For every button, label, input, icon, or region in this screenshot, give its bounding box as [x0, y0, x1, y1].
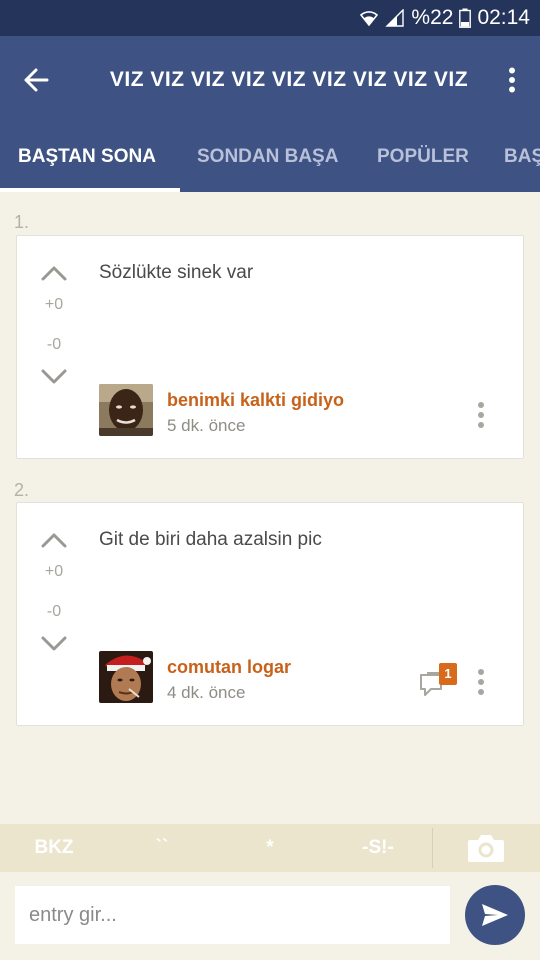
- more-vertical-icon: [509, 67, 515, 93]
- toolbar-divider: [432, 828, 433, 868]
- camera-button[interactable]: [466, 832, 506, 864]
- author-name[interactable]: comutan logar: [167, 657, 291, 678]
- back-arrow-icon: [24, 68, 49, 92]
- more-vertical-icon: [478, 402, 484, 428]
- entry-text: Git de biri daha azalsin pic: [99, 529, 322, 550]
- more-vertical-icon: [478, 669, 484, 695]
- format-toolbar: BKZ `` * -S!-: [0, 824, 540, 872]
- send-icon: [482, 904, 508, 926]
- entry-time: 5 dk. önce: [167, 416, 246, 435]
- chevron-up-icon: [41, 533, 67, 548]
- entry-card: +0 -0 Sözlükte sinek var benimki kalkti …: [16, 235, 524, 459]
- spoiler-button[interactable]: -S!-: [338, 824, 418, 872]
- chevron-down-icon: [41, 636, 67, 651]
- entry-menu-button[interactable]: [471, 398, 491, 432]
- tab-partial[interactable]: BAŞ: [504, 124, 540, 192]
- page-title: VIZ VIZ VIZ VIZ VIZ VIZ VIZ VIZ VIZ: [109, 68, 469, 91]
- downvote-button[interactable]: [39, 633, 69, 655]
- entry-card: +0 -0 Git de biri daha azalsin pic comut…: [16, 502, 524, 726]
- wifi-icon: [359, 9, 379, 27]
- app-bar: VIZ VIZ VIZ VIZ VIZ VIZ VIZ VIZ VIZ: [0, 36, 540, 124]
- signal-icon: [385, 9, 405, 27]
- downvote-count: -0: [46, 603, 62, 620]
- entry-menu-button[interactable]: [471, 665, 491, 699]
- upvote-count: +0: [44, 296, 64, 313]
- battery-icon: [459, 8, 472, 28]
- camera-icon: [468, 835, 504, 862]
- upvote-button[interactable]: [39, 529, 69, 551]
- back-button[interactable]: [16, 60, 56, 100]
- entry-time: 4 dk. önce: [167, 683, 246, 702]
- avatar[interactable]: [99, 384, 153, 436]
- avatar[interactable]: [99, 651, 153, 703]
- author-name[interactable]: benimki kalkti gidiyo: [167, 390, 344, 411]
- overflow-menu-button[interactable]: [502, 60, 522, 100]
- status-icons: %22 02:14: [359, 4, 530, 32]
- tab-bar: BAŞTAN SONA SONDAN BAŞA POPÜLER BAŞ: [0, 124, 540, 192]
- entry-number: 2.: [14, 480, 30, 500]
- user-avatar-icon: [99, 651, 153, 703]
- upvote-button[interactable]: [39, 262, 69, 284]
- entry-text: Sözlükte sinek var: [99, 262, 254, 283]
- backtick-button[interactable]: ``: [122, 824, 202, 872]
- tab-populer[interactable]: POPÜLER: [377, 124, 469, 192]
- send-button[interactable]: [465, 885, 525, 945]
- bkz-button[interactable]: BKZ: [14, 824, 94, 872]
- downvote-count: -0: [46, 336, 62, 353]
- entry-input[interactable]: [15, 886, 450, 944]
- clock: 02:14: [477, 6, 530, 29]
- comment-count-badge: 1: [439, 663, 457, 685]
- tab-indicator: [0, 188, 180, 192]
- status-bar: %22 02:14: [0, 0, 540, 36]
- battery-percent: %22: [411, 6, 454, 29]
- upvote-count: +0: [44, 563, 64, 580]
- comments-button[interactable]: 1: [419, 663, 459, 705]
- star-button[interactable]: *: [230, 824, 310, 872]
- user-avatar-icon: [99, 384, 153, 436]
- chevron-down-icon: [41, 369, 67, 384]
- tab-bastan-sona[interactable]: BAŞTAN SONA: [18, 124, 156, 192]
- tab-sondan-basa[interactable]: SONDAN BAŞA: [197, 124, 338, 192]
- downvote-button[interactable]: [39, 366, 69, 388]
- entry-number: 1.: [14, 212, 30, 232]
- compose-area: [0, 872, 540, 960]
- chevron-up-icon: [41, 266, 67, 281]
